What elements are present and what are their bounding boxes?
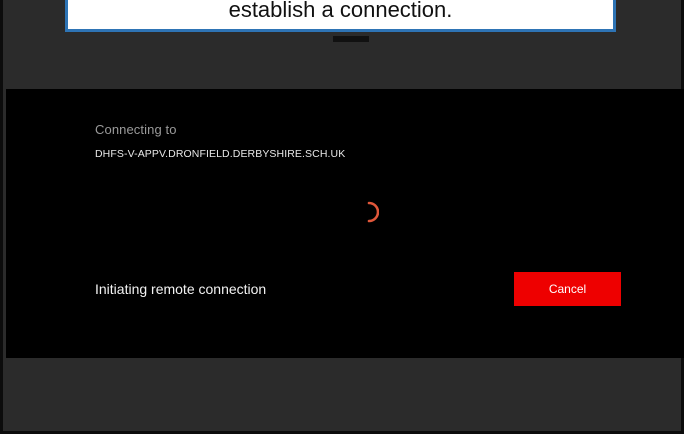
connection-dialog: Connecting to DHFS-V-APPV.DRONFIELD.DERB… xyxy=(6,89,684,358)
status-text: Initiating remote connection xyxy=(95,281,267,297)
cancel-button[interactable]: Cancel xyxy=(514,272,621,306)
callout-text: establish a connection. xyxy=(228,0,453,22)
loading-spinner-icon xyxy=(367,201,379,223)
host-name: DHFS-V-APPV.DRONFIELD.DERBYSHIRE.SCH.UK xyxy=(95,148,346,160)
connecting-label: Connecting to xyxy=(95,122,177,137)
instruction-callout: establish a connection. xyxy=(65,0,616,32)
app-window: Connecting to DHFS-V-APPV.DRONFIELD.DERB… xyxy=(0,0,684,434)
top-bar-handle xyxy=(333,36,369,42)
